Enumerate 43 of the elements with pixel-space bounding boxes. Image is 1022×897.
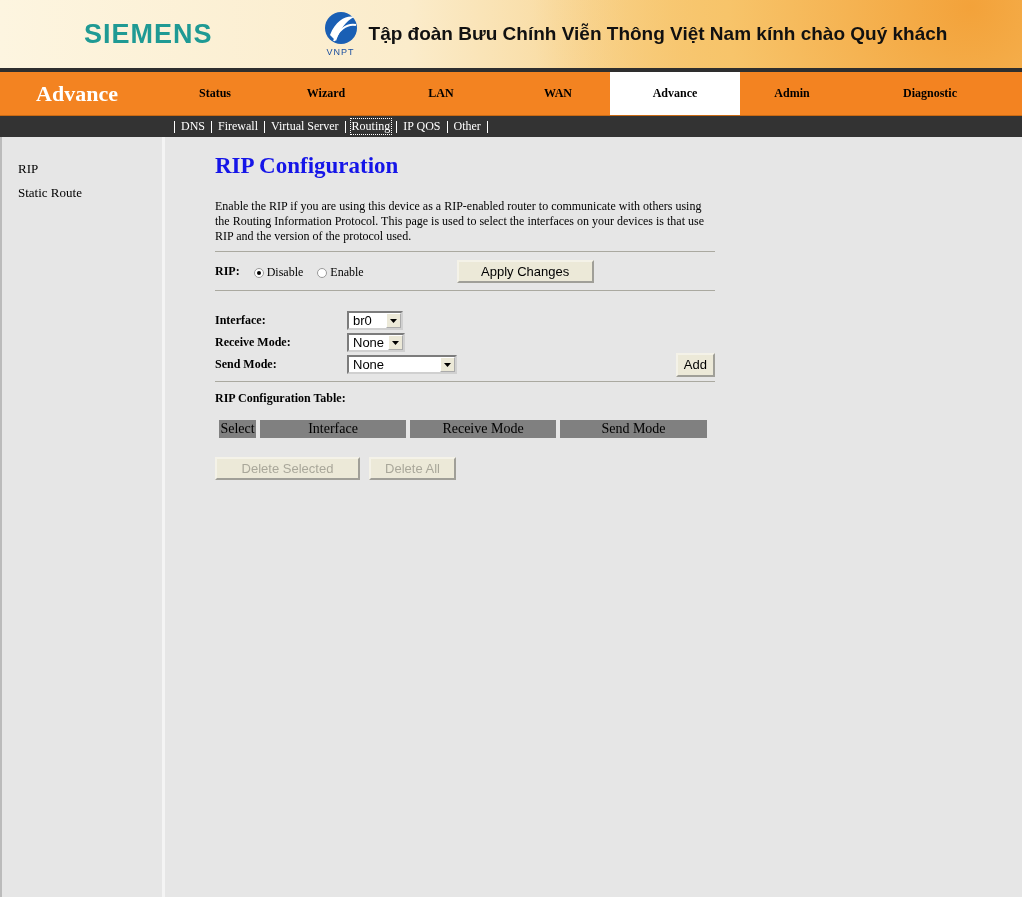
sidebar-link[interactable]: RIP [18, 161, 162, 177]
section-title: Advance [35, 79, 119, 108]
description-text: Enable the RIP if you are using this device as a RIP-enabled router to communicate with others using the Routing Information Protocol. This page is used to select the interfaces on your devices is that use RIP and the version of the protocol used. [215, 199, 705, 244]
subnav-link[interactable]: Routing [349, 118, 393, 135]
column-header: Receive Mode [410, 420, 556, 438]
subnav-link[interactable]: Virtual Server [269, 118, 341, 135]
dropdown[interactable]: None [347, 355, 457, 374]
sidebar-link[interactable]: Static Route [18, 185, 162, 201]
brand-logo: SIEMENS [84, 18, 213, 50]
apply-changes-button[interactable]: Apply Changes [456, 259, 594, 283]
nav-tab[interactable]: Diagnostic [844, 72, 1016, 115]
globe-logo-icon [323, 11, 358, 47]
column-header: Send Mode [560, 420, 707, 438]
logo-text: VNPT [326, 47, 355, 57]
field-label: Receive Mode: [215, 335, 292, 350]
radio-button[interactable] [317, 267, 328, 278]
subnav-link[interactable]: Firewall [216, 118, 260, 135]
rip-label: RIP: [215, 263, 240, 279]
caret-icon [392, 340, 400, 345]
column-header: Interface [260, 420, 406, 438]
radio-label: Enable [330, 265, 364, 280]
nav-tab[interactable]: WAN [506, 72, 610, 115]
nav-tab[interactable]: Status [154, 72, 276, 115]
field-label: Interface: [215, 313, 267, 328]
table-title: RIP Configuration Table: [215, 391, 347, 406]
subnav-link[interactable]: DNS [179, 118, 207, 135]
page-title: RIP Configuration [215, 153, 400, 179]
nav-tab[interactable]: Admin [740, 72, 844, 115]
subnav-link[interactable]: IP QOS [401, 118, 443, 135]
radio-label: Disable [266, 265, 304, 280]
nav-tab[interactable]: Advance [610, 72, 740, 115]
nav-tab[interactable]: LAN [376, 72, 506, 115]
radio-button[interactable] [253, 267, 264, 278]
column-header: Select [219, 420, 256, 438]
dropdown[interactable]: None [347, 333, 405, 352]
field-label: Send Mode: [215, 357, 278, 372]
greeting-text: Tập đoàn Bưu Chính Viễn Thông Việt Nam kính chào Quý khách [368, 23, 948, 45]
nav-tab[interactable]: Wizard [276, 72, 376, 115]
subnav-link[interactable]: Other [451, 118, 483, 135]
caret-icon [444, 362, 451, 367]
dropdown[interactable]: br0 [347, 311, 403, 330]
caret-icon [390, 318, 397, 323]
add-button[interactable]: Add [675, 352, 715, 377]
